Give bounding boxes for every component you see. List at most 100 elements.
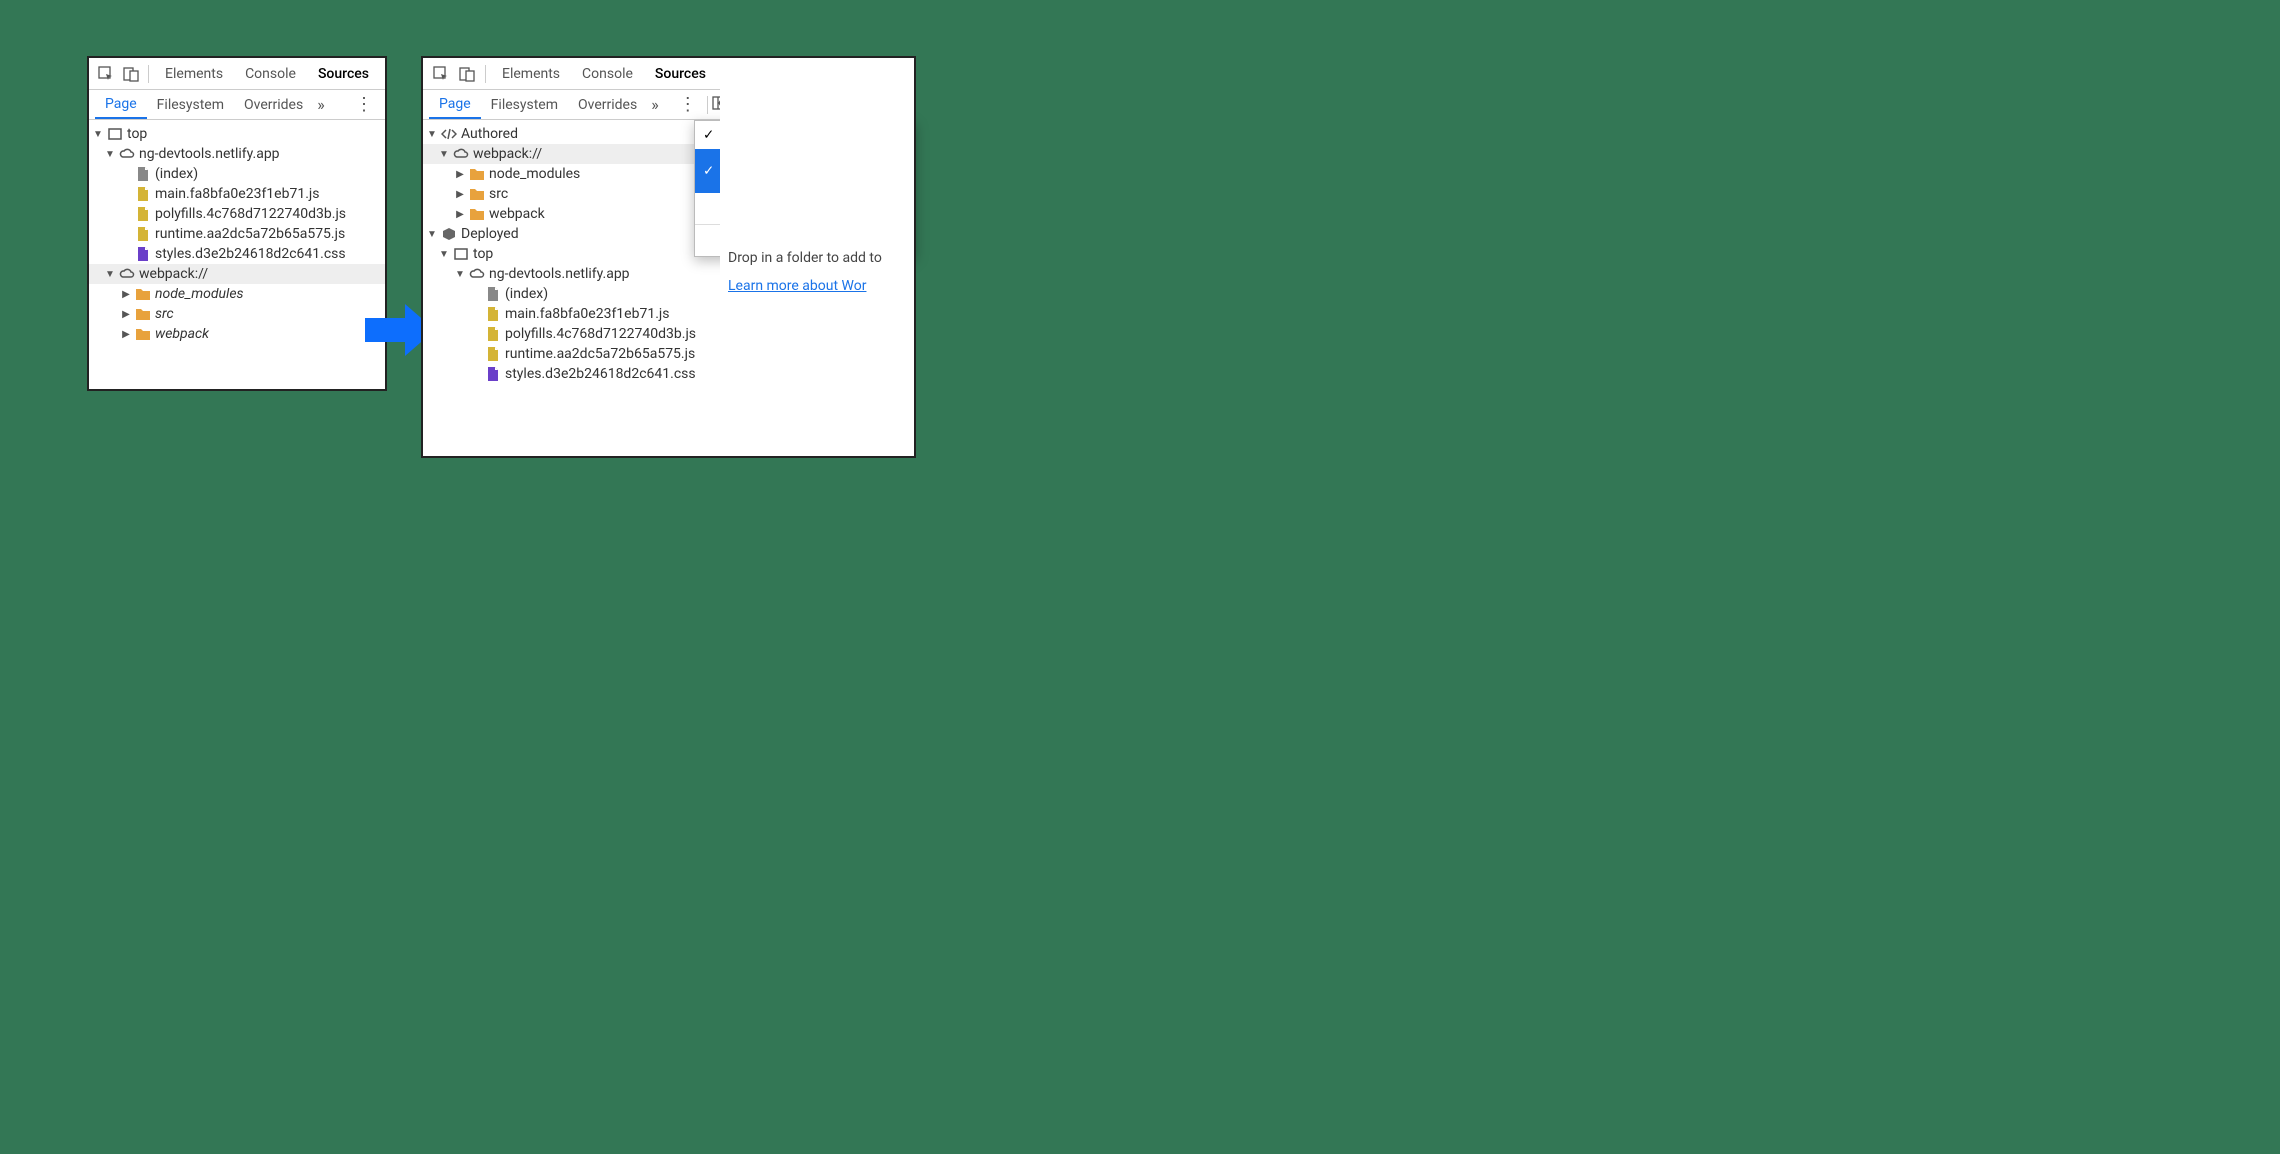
tab-console[interactable]: Console bbox=[235, 60, 306, 88]
separator bbox=[707, 96, 708, 114]
tree-node-file[interactable]: polyfills.4c768d7122740d3b.js bbox=[89, 204, 385, 224]
tree-label: webpack bbox=[489, 206, 545, 222]
tree-label: main.fa8bfa0e23f1eb71.js bbox=[505, 306, 669, 322]
drop-hint-text: Drop in a folder to add to bbox=[728, 250, 906, 266]
tree-node-file[interactable]: main.fa8bfa0e23f1eb71.js bbox=[89, 184, 385, 204]
tree-label: webpack:// bbox=[139, 266, 208, 282]
cloud-icon bbox=[469, 266, 485, 282]
tree-label: top bbox=[473, 246, 493, 262]
tree-label: src bbox=[489, 186, 508, 202]
subtab-filesystem[interactable]: Filesystem bbox=[481, 92, 568, 118]
file-icon bbox=[135, 226, 151, 242]
device-icon[interactable] bbox=[455, 62, 479, 86]
file-icon bbox=[485, 286, 501, 302]
tree-label: src bbox=[155, 306, 174, 322]
folder-icon bbox=[469, 206, 485, 222]
tree-label: (index) bbox=[155, 166, 198, 182]
file-icon bbox=[485, 306, 501, 322]
tree-label: runtime.aa2dc5a72b65a575.js bbox=[155, 226, 345, 242]
file-icon bbox=[135, 166, 151, 182]
disclosure-triangle-icon: ▼ bbox=[105, 149, 115, 160]
subtab-filesystem[interactable]: Filesystem bbox=[147, 92, 234, 118]
main-tabs-bar: Elements Console Sources bbox=[89, 58, 385, 90]
code-icon bbox=[441, 126, 457, 142]
tree-node-folder[interactable]: ▶ webpack bbox=[89, 324, 385, 344]
learn-more-link[interactable]: Learn more about Wor bbox=[728, 278, 866, 294]
tab-elements[interactable]: Elements bbox=[492, 60, 570, 88]
separator bbox=[148, 65, 149, 83]
tree-label: top bbox=[127, 126, 147, 142]
folder-icon bbox=[135, 326, 151, 342]
tree-label: Deployed bbox=[461, 226, 519, 242]
disclosure-triangle-icon: ▶ bbox=[121, 289, 131, 300]
tree-node-folder[interactable]: ▶ src bbox=[89, 304, 385, 324]
tree-label: webpack:// bbox=[473, 146, 542, 162]
tree-label: webpack bbox=[155, 326, 209, 342]
disclosure-triangle-icon: ▶ bbox=[455, 209, 465, 220]
more-options-icon[interactable]: ⋮ bbox=[673, 94, 703, 115]
disclosure-triangle-icon: ▼ bbox=[427, 129, 437, 140]
folder-icon bbox=[469, 186, 485, 202]
folder-icon bbox=[469, 166, 485, 182]
tree-node-file[interactable]: runtime.aa2dc5a72b65a575.js bbox=[89, 224, 385, 244]
tab-console[interactable]: Console bbox=[572, 60, 643, 88]
chevron-right-icon[interactable]: » bbox=[647, 95, 663, 114]
inspect-icon[interactable] bbox=[429, 62, 453, 86]
subtab-overrides[interactable]: Overrides bbox=[568, 92, 647, 118]
editor-pane: Drop in a folder to add to Learn more ab… bbox=[720, 56, 916, 458]
folder-icon bbox=[135, 306, 151, 322]
separator bbox=[485, 65, 486, 83]
tree-label: main.fa8bfa0e23f1eb71.js bbox=[155, 186, 319, 202]
folder-icon bbox=[135, 286, 151, 302]
disclosure-triangle-icon: ▶ bbox=[455, 189, 465, 200]
tree-label: node_modules bbox=[489, 166, 580, 182]
tree-label: polyfills.4c768d7122740d3b.js bbox=[155, 206, 346, 222]
tree-label: styles.d3e2b24618d2c641.css bbox=[505, 366, 696, 382]
tree-label: polyfills.4c768d7122740d3b.js bbox=[505, 326, 696, 342]
disclosure-triangle-icon: ▼ bbox=[439, 149, 449, 160]
tree-label: styles.d3e2b24618d2c641.css bbox=[155, 246, 346, 262]
file-icon bbox=[485, 326, 501, 342]
disclosure-triangle-icon: ▼ bbox=[427, 229, 437, 240]
tree-node-file[interactable]: (index) bbox=[89, 164, 385, 184]
cloud-icon bbox=[119, 146, 135, 162]
tab-elements[interactable]: Elements bbox=[155, 60, 233, 88]
subtab-overrides[interactable]: Overrides bbox=[234, 92, 313, 118]
deployed-icon bbox=[441, 226, 457, 242]
disclosure-triangle-icon: ▼ bbox=[439, 249, 449, 260]
subtab-page[interactable]: Page bbox=[95, 91, 147, 119]
inspect-icon[interactable] bbox=[95, 62, 118, 86]
tree-node-top[interactable]: ▼ top bbox=[89, 124, 385, 144]
devtools-panel-before: Elements Console Sources Page Filesystem… bbox=[87, 56, 387, 391]
disclosure-triangle-icon: ▶ bbox=[455, 169, 465, 180]
chevron-right-icon[interactable]: » bbox=[313, 95, 329, 114]
file-icon bbox=[135, 186, 151, 202]
tree-label: ng-devtools.netlify.app bbox=[489, 266, 630, 282]
file-icon bbox=[135, 206, 151, 222]
tree-label: ng-devtools.netlify.app bbox=[139, 146, 280, 162]
device-icon[interactable] bbox=[120, 62, 143, 86]
subtab-page[interactable]: Page bbox=[429, 91, 481, 119]
disclosure-triangle-icon: ▶ bbox=[121, 309, 131, 320]
cloud-icon bbox=[453, 146, 469, 162]
file-icon bbox=[135, 246, 151, 262]
sources-tree: ▼ top ▼ ng-devtools.netlify.app (index) … bbox=[89, 120, 385, 389]
disclosure-triangle-icon: ▼ bbox=[455, 269, 465, 280]
file-icon bbox=[485, 346, 501, 362]
tree-node-webpack[interactable]: ▼ webpack:// bbox=[89, 264, 385, 284]
tab-sources[interactable]: Sources bbox=[308, 60, 379, 88]
tree-label: Authored bbox=[461, 126, 518, 142]
frame-icon bbox=[453, 246, 469, 262]
more-options-icon[interactable]: ⋮ bbox=[349, 94, 379, 115]
disclosure-triangle-icon: ▼ bbox=[105, 269, 115, 280]
disclosure-triangle-icon: ▼ bbox=[93, 129, 103, 140]
tree-label: node_modules bbox=[155, 286, 244, 302]
tab-sources[interactable]: Sources bbox=[645, 60, 716, 88]
tree-label: (index) bbox=[505, 286, 548, 302]
tree-node-file[interactable]: styles.d3e2b24618d2c641.css bbox=[89, 244, 385, 264]
frame-icon bbox=[107, 126, 123, 142]
tree-label: runtime.aa2dc5a72b65a575.js bbox=[505, 346, 695, 362]
tree-node-folder[interactable]: ▶ node_modules bbox=[89, 284, 385, 304]
tree-node-domain[interactable]: ▼ ng-devtools.netlify.app bbox=[89, 144, 385, 164]
file-icon bbox=[485, 366, 501, 382]
